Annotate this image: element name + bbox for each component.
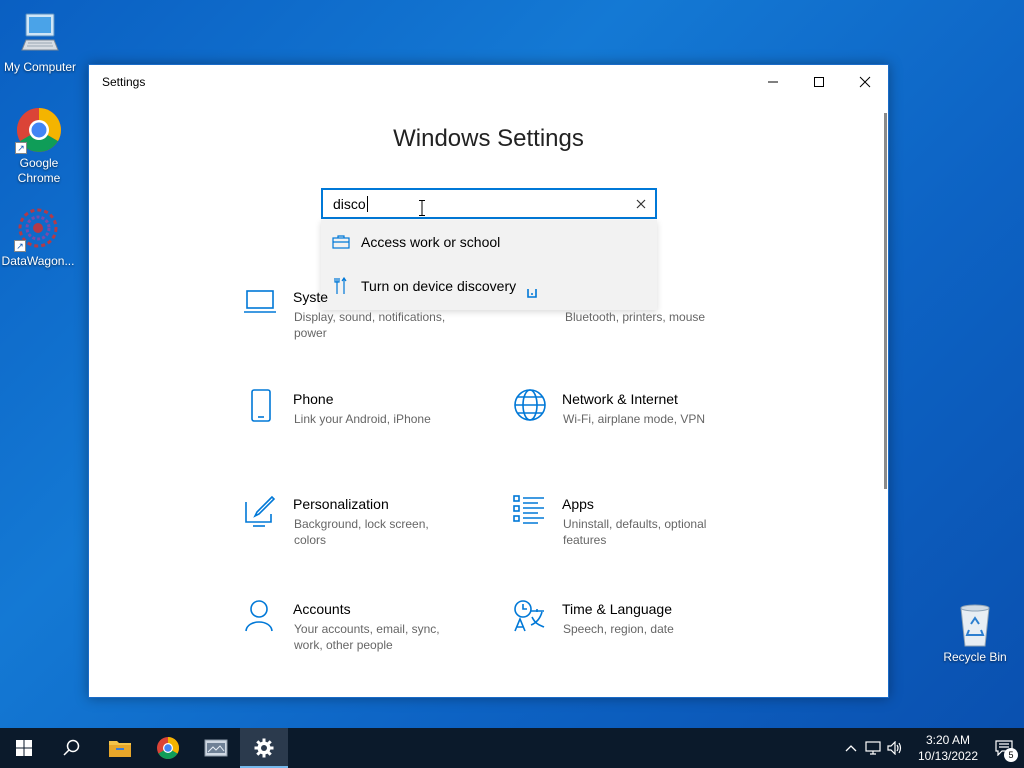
tile-apps[interactable]: Apps Uninstall, defaults, optional featu…	[512, 494, 752, 564]
desktop-icon-label: Google Chrome	[17, 156, 61, 185]
tile-devices[interactable]: Bluetooth, printers, mouse	[514, 287, 754, 357]
tile-description: Your accounts, email, sync, work, other …	[294, 622, 440, 652]
search-input-value: disco	[333, 195, 366, 212]
suggestion-access-work-or-school[interactable]: Access work or school	[321, 220, 657, 264]
chrome-icon	[157, 737, 179, 759]
network-icon	[865, 741, 881, 755]
search-icon	[63, 739, 80, 756]
desktop-icon-label: Recycle Bin	[943, 650, 1007, 664]
windows-logo-icon	[16, 740, 32, 756]
time-language-icon	[514, 600, 545, 632]
tile-description: Speech, region, date	[563, 622, 674, 636]
desktop-icon-recycle-bin[interactable]: Recycle Bin	[935, 600, 1015, 665]
notification-count-badge: 5	[1004, 748, 1018, 762]
close-button[interactable]	[842, 65, 888, 99]
close-icon	[636, 199, 646, 209]
minimize-button[interactable]	[750, 65, 796, 99]
chrome-icon: ↗	[15, 106, 63, 154]
clock-time: 3:20 AM	[925, 733, 971, 747]
tile-system[interactable]: Syste Display, sound, notifications, pow…	[243, 287, 483, 357]
start-button[interactable]	[0, 728, 48, 768]
tile-title: Syste	[293, 289, 329, 305]
volume-button[interactable]	[884, 728, 906, 768]
desktop-icon-my-computer[interactable]: My Computer	[0, 10, 80, 75]
scrollbar[interactable]	[884, 113, 887, 489]
maximize-icon	[814, 77, 824, 87]
search-input[interactable]: disco	[321, 188, 657, 219]
recycle-bin-icon	[951, 600, 999, 648]
folder-icon	[109, 741, 131, 757]
tile-title: Network & Internet	[562, 391, 678, 407]
action-center-button[interactable]: 5	[984, 728, 1024, 768]
chevron-up-icon	[845, 745, 857, 752]
maximize-button[interactable]	[796, 65, 842, 99]
taskbar-chrome[interactable]	[144, 728, 192, 768]
tile-title: Apps	[562, 496, 594, 512]
text-cursor-icon	[419, 200, 425, 216]
text-caret	[366, 195, 368, 212]
taskbar: 3:20 AM 10/13/2022 5	[0, 728, 1024, 768]
desktop-icon-label: My Computer	[3, 60, 77, 74]
tile-description: Link your Android, iPhone	[294, 412, 431, 426]
clock-date: 10/13/2022	[917, 749, 979, 763]
tile-description: Background, lock screen, colors	[294, 517, 429, 547]
window-title: Settings	[102, 75, 146, 89]
shortcut-arrow-icon: ↗	[15, 142, 27, 154]
tile-title: Personalization	[293, 496, 389, 512]
phone-icon	[251, 389, 271, 422]
tile-description: Bluetooth, printers, mouse	[565, 310, 706, 324]
tile-title: Time & Language	[562, 601, 672, 617]
desktop-icon-label: DataWagon...	[1, 254, 75, 268]
taskbar-app[interactable]	[192, 728, 240, 768]
shortcut-arrow-icon: ↗	[14, 240, 26, 252]
paintbrush-icon	[245, 495, 276, 527]
tile-title: Phone	[293, 391, 334, 407]
title-bar[interactable]: Settings	[89, 65, 888, 99]
desktop-icon-google-chrome[interactable]: ↗ Google Chrome	[0, 106, 79, 186]
computer-icon	[16, 10, 64, 58]
clock[interactable]: 3:20 AM 10/13/2022	[912, 732, 984, 764]
tile-phone[interactable]: Phone Link your Android, iPhone	[243, 389, 483, 459]
taskbar-file-explorer[interactable]	[96, 728, 144, 768]
clear-search-button[interactable]	[633, 196, 649, 212]
tile-time-language[interactable]: Time & Language Speech, region, date	[512, 599, 752, 669]
search-button[interactable]	[48, 728, 96, 768]
tile-description: Wi-Fi, airplane mode, VPN	[563, 412, 706, 426]
network-button[interactable]	[862, 728, 884, 768]
tile-personalization[interactable]: Personalization Background, lock screen,…	[243, 494, 483, 564]
devices-icon	[527, 289, 537, 298]
suggestion-label: Access work or school	[361, 234, 501, 250]
taskbar-settings[interactable]	[240, 728, 288, 768]
page-title: Windows Settings	[393, 125, 584, 152]
gear-icon	[254, 738, 274, 758]
apps-list-icon	[513, 495, 544, 524]
laptop-icon	[244, 290, 276, 313]
show-hidden-icons-button[interactable]	[840, 728, 862, 768]
desktop-icon-datawagon[interactable]: ↗ DataWagon...	[0, 204, 78, 269]
tile-description: Display, sound, notifications, power	[294, 310, 446, 340]
datawagon-icon: ↗	[14, 204, 62, 252]
close-icon	[859, 76, 871, 88]
person-icon	[245, 600, 273, 632]
globe-icon	[514, 389, 546, 421]
minimize-icon	[768, 81, 778, 83]
speaker-icon	[887, 741, 902, 755]
tile-title: Accounts	[293, 601, 351, 617]
app-window-icon	[204, 739, 228, 757]
tile-network-internet[interactable]: Network & Internet Wi-Fi, airplane mode,…	[512, 389, 752, 459]
tile-accounts[interactable]: Accounts Your accounts, email, sync, wor…	[243, 599, 483, 669]
tile-description: Uninstall, defaults, optional features	[563, 517, 707, 547]
settings-window: Settings Windows Settings disco Access w…	[88, 64, 889, 698]
system-tray: 3:20 AM 10/13/2022 5	[840, 728, 1024, 768]
briefcase-icon	[331, 232, 351, 252]
